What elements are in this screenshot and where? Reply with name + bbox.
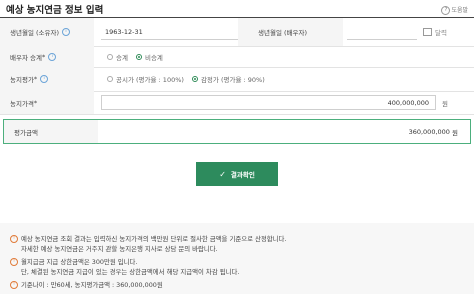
birth-owner-label: 생년월일 (소유자) i	[0, 18, 94, 46]
row-land-price: 농지가격 * 400,000,000 원	[0, 91, 474, 115]
row-spouse-succession: 배우자 승계 * i 승계 비승계	[0, 46, 474, 68]
confirm-result-label: 결과확인	[230, 171, 255, 179]
radio-dot	[107, 76, 113, 82]
radio-dot	[107, 53, 113, 60]
info-icon[interactable]: i	[48, 52, 57, 61]
note-text: 월지급금 지급 상한금액은 300만원 입니다.	[21, 258, 138, 266]
help-label: 도움말	[451, 7, 468, 14]
calendar-icon	[423, 28, 432, 36]
note-2: ! 월지급금 지급 상한금액은 300만원 입니다. 단, 체결된 농지연금 지급…	[10, 257, 239, 277]
land-valuation-label: 농지평가 * i	[0, 67, 94, 91]
birth-spouse-label-text: 생년월일 (배우자)	[258, 29, 307, 37]
result-value-wrap: 360,000,000 원	[409, 120, 458, 143]
spouse-succession-label-text: 배우자 승계	[10, 53, 42, 62]
birth-spouse-calendar-button[interactable]: 달력	[423, 27, 447, 37]
radio-label: 감정가 (평가율 : 90%)	[200, 76, 265, 84]
spouse-succession-label: 배우자 승계 * i	[0, 46, 94, 67]
radio-no-succession[interactable]: 비승계	[135, 52, 163, 62]
land-price-label-text: 농지가격	[10, 99, 34, 108]
land-price-value: 400,000,000	[387, 98, 429, 107]
birth-owner-label-text: 생년월일 (소유자)	[10, 29, 59, 37]
page-title: 예상 농지연금 정보 입력	[6, 5, 104, 16]
radio-label: 비승계	[144, 53, 163, 62]
land-price-label: 농지가격 *	[0, 91, 94, 114]
notice-icon: !	[10, 235, 18, 243]
required-mark: *	[33, 75, 38, 83]
result-unit: 원	[452, 128, 458, 137]
land-valuation-options: 공시가 (평가율 : 100%) 감정가 (평가율 : 90%)	[107, 67, 273, 91]
notes-panel: ! 예상 농지연금 조회 결과는 입력하신 농지가격의 백만원 단위로 절사한 금…	[0, 223, 474, 294]
birth-spouse-input[interactable]	[347, 24, 417, 40]
radio-appraised-price[interactable]: 감정가 (평가율 : 90%)	[191, 74, 265, 84]
note-text: 예상 농지연금 조회 결과는 입력하신 농지가격의 백만원 단위로 절사한 금액…	[21, 235, 287, 243]
result-value: 360,000,000	[408, 127, 450, 136]
note-text: 자세한 예상 농지연금은 거주지 관할 농지은행 지사로 상담 문의 바랍니다.	[21, 245, 218, 253]
birth-spouse-label: 생년월일 (배우자)	[238, 18, 343, 46]
help-link[interactable]: ? 도움말	[441, 5, 468, 15]
result-box: 평가금액 360,000,000 원	[3, 119, 471, 144]
spouse-succession-options: 승계 비승계	[107, 46, 171, 67]
note-text: 단, 체결된 농지연금 지급이 있는 경우는 상한금액에서 해당 지급액이 차감…	[21, 268, 240, 276]
notice-icon: !	[10, 281, 18, 289]
info-icon[interactable]: i	[40, 75, 49, 83]
row-birthdates: 생년월일 (소유자) i 1963-12-31 달력 생년월일 (배우자) 달력	[0, 18, 474, 47]
note-1: ! 예상 농지연금 조회 결과는 입력하신 농지가격의 백만원 단위로 절사한 금…	[10, 234, 286, 254]
radio-official-price[interactable]: 공시가 (평가율 : 100%)	[107, 74, 184, 84]
radio-dot	[135, 53, 142, 60]
radio-dot	[191, 76, 198, 82]
radio-label: 승계	[116, 53, 128, 62]
required-mark: *	[41, 52, 46, 61]
check-icon: ✓	[219, 169, 226, 179]
help-icon: ?	[441, 6, 451, 15]
note-text: 기준나이 : 만60세, 농지평가금액 : 360,000,000원	[21, 281, 163, 289]
result-label: 평가금액	[4, 120, 98, 143]
confirm-result-button[interactable]: ✓ 결과확인	[196, 162, 278, 186]
notice-icon: !	[10, 258, 18, 266]
row-land-valuation: 농지평가 * i 공시가 (평가율 : 100%) 감정가 (평가율 : 90%)	[0, 67, 474, 92]
info-icon[interactable]: i	[62, 28, 70, 36]
required-mark: *	[33, 98, 38, 107]
land-price-input[interactable]: 400,000,000	[101, 95, 436, 110]
note-3: ! 기준나이 : 만60세, 농지평가금액 : 360,000,000원	[10, 280, 163, 290]
calendar-label: 달력	[435, 29, 447, 37]
birth-owner-value: 1963-12-31	[105, 27, 143, 36]
birth-owner-input[interactable]: 1963-12-31	[101, 24, 241, 40]
land-price-unit: 원	[442, 99, 448, 108]
radio-succession[interactable]: 승계	[107, 52, 128, 62]
radio-label: 공시가 (평가율 : 100%)	[116, 76, 184, 84]
land-valuation-label-text: 농지평가	[10, 76, 34, 84]
